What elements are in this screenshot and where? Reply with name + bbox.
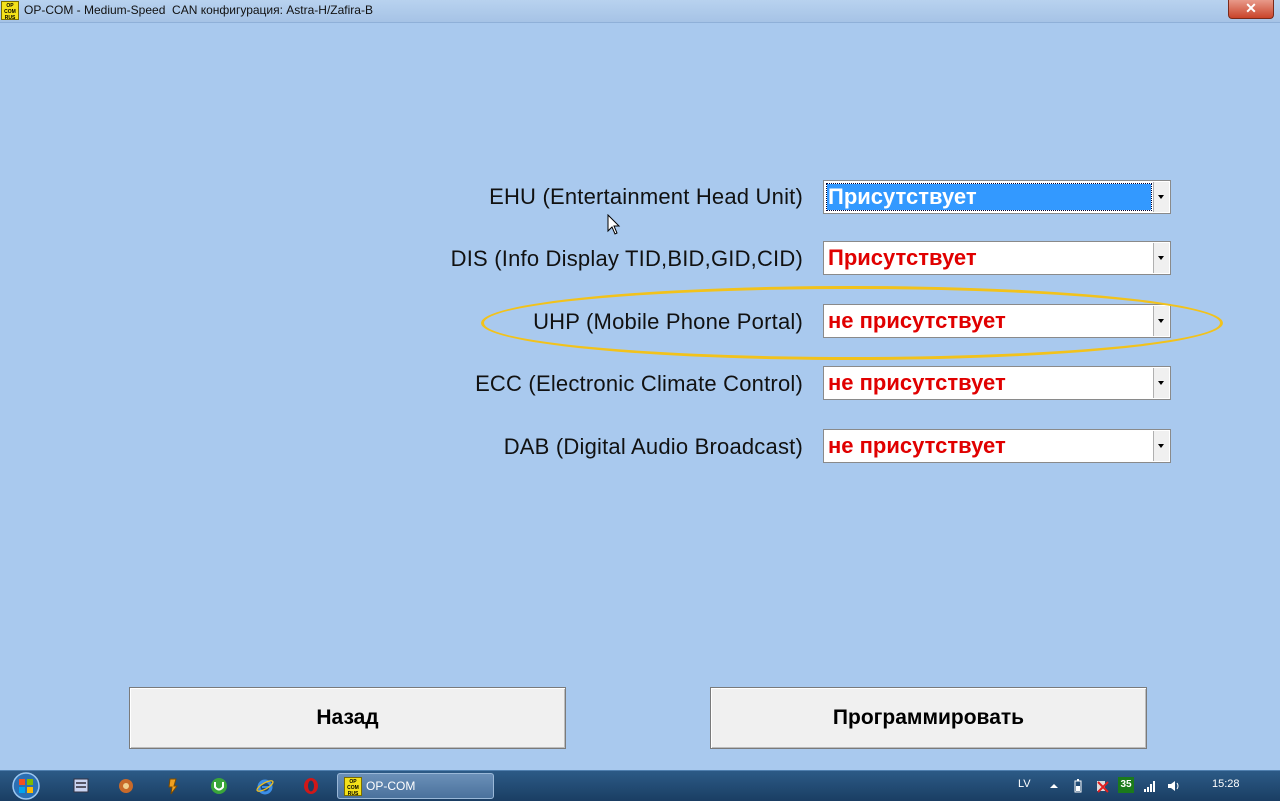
clock[interactable]: 15:28 (1212, 778, 1240, 790)
ecc-select-value: не присутствует (828, 370, 1006, 395)
ehu-select-value: Присутствует (826, 183, 1152, 211)
row-label-ecc: ECC (Electronic Climate Control) (475, 371, 803, 396)
title-bar: OP COM RUS OP-COM - Medium-Speed CAN кон… (0, 0, 1280, 23)
chevron-down-icon[interactable] (1153, 182, 1169, 212)
chevron-down-icon[interactable] (1153, 431, 1169, 461)
chevron-down-icon[interactable] (1153, 243, 1169, 273)
utorrent-icon[interactable] (209, 776, 229, 796)
signal-icon[interactable] (1142, 778, 1158, 794)
volume-icon[interactable] (1166, 778, 1182, 794)
start-orb-icon[interactable] (8, 771, 44, 801)
app-launcher-icon[interactable] (71, 776, 91, 796)
torch-app-icon[interactable] (163, 776, 183, 796)
tool-app-icon[interactable] (116, 776, 136, 796)
back-button[interactable]: Назад (129, 687, 566, 749)
highlight-ellipse (481, 286, 1223, 360)
tray-expand-icon[interactable] (1046, 778, 1062, 794)
language-indicator[interactable]: LV (1018, 778, 1031, 790)
close-button[interactable]: ✕ (1228, 0, 1274, 19)
dab-select[interactable]: не присутствует (823, 429, 1171, 463)
dis-select[interactable]: Присутствует (823, 241, 1171, 275)
row-label-dis: DIS (Info Display TID,BID,GID,CID) (450, 246, 803, 271)
internet-explorer-icon[interactable] (255, 776, 275, 796)
chevron-down-icon[interactable] (1153, 368, 1169, 398)
ecc-select[interactable]: не присутствует (823, 366, 1171, 400)
row-label-ehu: EHU (Entertainment Head Unit) (489, 184, 803, 209)
mouse-cursor-icon (607, 214, 621, 235)
dab-select-value: не присутствует (828, 433, 1006, 458)
ehu-select[interactable]: Присутствует (823, 180, 1171, 214)
taskbar-task-label: OP-COM (366, 779, 416, 793)
battery-icon[interactable] (1070, 778, 1086, 794)
app-tray-badge[interactable]: 35 (1118, 777, 1134, 793)
opcom-task-icon: OP COM RUS (344, 777, 362, 797)
taskbar-task-opcom[interactable]: OP COM RUS OP-COM (337, 773, 494, 799)
app-icon[interactable]: OP COM RUS (1, 1, 19, 21)
dis-select-value: Присутствует (828, 245, 977, 270)
taskbar: OP COM RUS OP-COM LV 35 15:28 (0, 770, 1280, 801)
action-center-icon[interactable] (1094, 778, 1110, 794)
window-title: OP-COM - Medium-Speed CAN конфигурация: … (24, 3, 373, 17)
program-button[interactable]: Программировать (710, 687, 1147, 749)
row-label-dab: DAB (Digital Audio Broadcast) (503, 434, 803, 459)
opera-icon[interactable] (301, 776, 321, 796)
